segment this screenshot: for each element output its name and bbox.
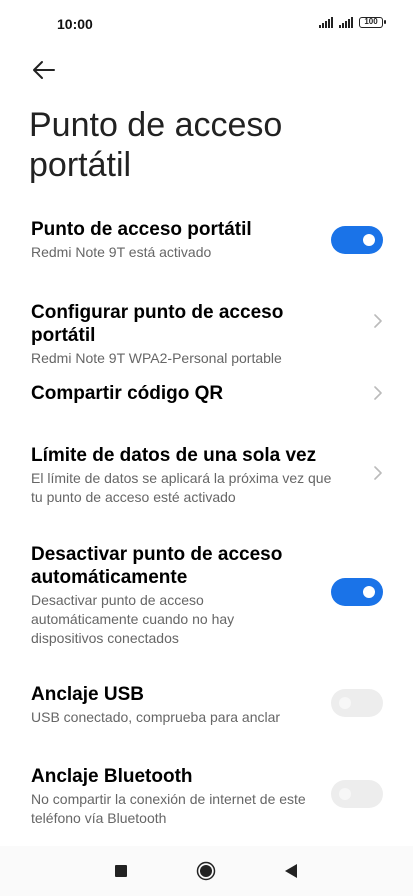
setting-title: Anclaje USB	[31, 684, 144, 705]
setting-share-qr[interactable]: Compartir código QR	[31, 382, 351, 405]
setting-subtitle: Redmi Note 9T está activado	[31, 244, 212, 260]
auto-off-toggle[interactable]	[331, 578, 383, 606]
signal-icon	[319, 17, 333, 28]
navigation-bar	[0, 846, 413, 896]
setting-title: Compartir código QR	[31, 383, 224, 404]
setting-subtitle: Redmi Note 9T WPA2-Personal portable	[31, 350, 282, 366]
setting-subtitle: No compartir la conexión de internet de …	[31, 791, 306, 826]
signal-icon	[339, 17, 353, 28]
stop-icon[interactable]	[115, 865, 127, 877]
setting-title: Anclaje Bluetooth	[31, 766, 193, 787]
chevron-right-icon	[374, 386, 382, 400]
battery-icon: 100	[359, 17, 386, 28]
status-icons: 100	[319, 17, 386, 28]
bluetooth-toggle[interactable]	[331, 780, 383, 808]
usb-toggle[interactable]	[331, 689, 383, 717]
setting-title: Límite de datos de una sola vez	[31, 445, 317, 466]
home-icon[interactable]	[196, 861, 216, 881]
setting-data-limit[interactable]: Límite de datos de una sola vez El límit…	[31, 444, 343, 507]
setting-bluetooth-tethering[interactable]: Anclaje Bluetooth No compartir la conexi…	[31, 765, 321, 828]
setting-title: Desactivar punto de acceso automáticamen…	[31, 544, 283, 588]
setting-title: Configurar punto de acceso portátil	[31, 302, 284, 346]
chevron-right-icon	[374, 314, 382, 328]
setting-usb-tethering[interactable]: Anclaje USB USB conectado, comprueba par…	[31, 683, 321, 727]
chevron-right-icon	[374, 466, 382, 480]
setting-subtitle: USB conectado, comprueba para anclar	[31, 709, 281, 725]
page-title: Punto de acceso portátil	[29, 106, 283, 184]
setting-configure-hotspot[interactable]: Configurar punto de acceso portátil Redm…	[31, 301, 351, 368]
hotspot-toggle[interactable]	[331, 226, 383, 254]
status-bar: 10:00 100	[0, 0, 413, 48]
setting-auto-off[interactable]: Desactivar punto de acceso automáticamen…	[31, 543, 321, 648]
status-time: 10:00	[57, 16, 93, 32]
battery-level: 100	[364, 17, 378, 26]
back-arrow-icon[interactable]	[30, 56, 58, 84]
back-icon[interactable]	[284, 863, 298, 879]
setting-subtitle: El límite de datos se aplicará la próxim…	[31, 470, 332, 505]
setting-subtitle: Desactivar punto de acceso automáticamen…	[31, 592, 235, 646]
